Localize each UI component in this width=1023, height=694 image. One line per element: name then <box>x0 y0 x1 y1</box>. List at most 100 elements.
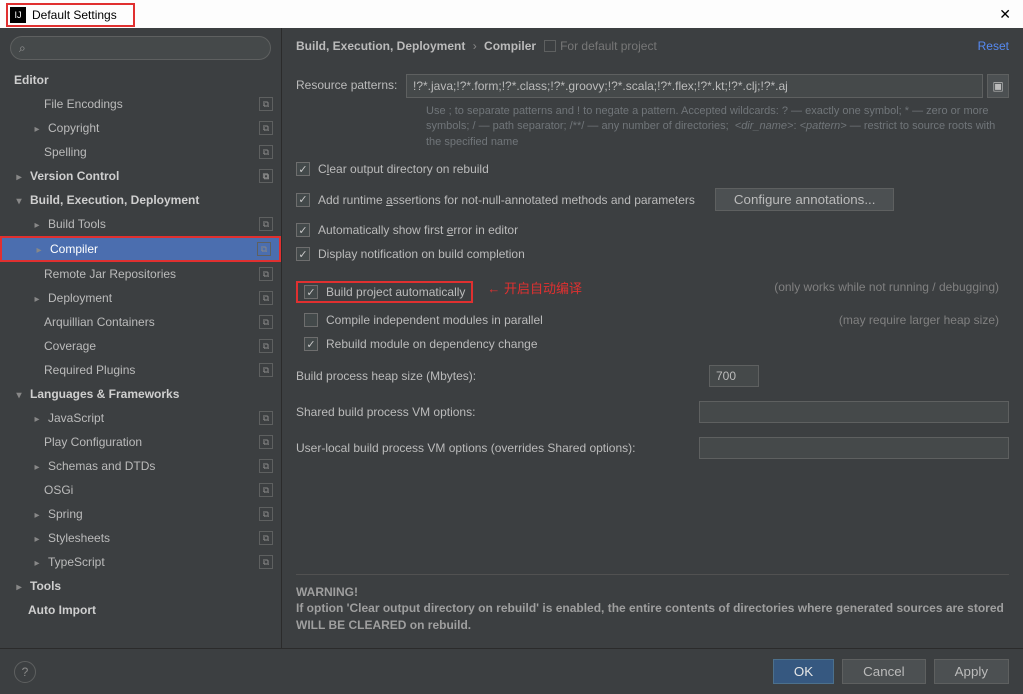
sidebar-item-coverage[interactable]: Coverage⧉ <box>0 334 281 358</box>
sidebar-item-spelling[interactable]: Spelling⧉ <box>0 140 281 164</box>
reset-link[interactable]: Reset <box>978 39 1009 53</box>
project-scope-icon: ⧉ <box>259 411 273 425</box>
sidebar-item-version-control[interactable]: Version Control⧉ <box>0 164 281 188</box>
auto-show-error-checkbox[interactable] <box>296 223 310 237</box>
project-scope-icon: ⧉ <box>259 435 273 449</box>
sidebar-item-build-tools[interactable]: Build Tools⧉ <box>0 212 281 236</box>
build-auto-checkbox[interactable] <box>304 285 318 299</box>
chevron-icon[interactable] <box>14 193 24 207</box>
chevron-icon[interactable] <box>32 291 42 305</box>
expand-patterns-button[interactable]: ▣ <box>987 74 1009 98</box>
breadcrumb-part1[interactable]: Build, Execution, Deployment <box>296 39 465 53</box>
rebuild-dep-label: Rebuild module on dependency change <box>326 337 538 351</box>
project-scope-icon: ⧉ <box>259 121 273 135</box>
sidebar-item-languages-frameworks[interactable]: Languages & Frameworks <box>0 382 281 406</box>
chevron-icon[interactable] <box>14 169 24 183</box>
sidebar-item-copyright[interactable]: Copyright ⧉ <box>0 116 281 140</box>
sidebar-item-typescript[interactable]: TypeScript⧉ <box>0 550 281 574</box>
warning-head: WARNING! <box>296 585 1009 599</box>
chevron-icon[interactable] <box>32 459 42 473</box>
sidebar-item-stylesheets[interactable]: Stylesheets⧉ <box>0 526 281 550</box>
content-panel: Build, Execution, Deployment › Compiler … <box>282 28 1023 648</box>
cancel-button[interactable]: Cancel <box>842 659 926 684</box>
sidebar-item-label: Copyright <box>48 121 99 135</box>
sidebar-item-deployment[interactable]: Deployment⧉ <box>0 286 281 310</box>
sidebar-item-label: Auto Import <box>28 603 96 617</box>
sidebar: ⌕ EditorFile Encodings⧉Copyright⧉Spellin… <box>0 28 282 648</box>
search-icon: ⌕ <box>19 41 26 56</box>
sidebar-item-javascript[interactable]: JavaScript ⧉ <box>0 406 281 430</box>
sidebar-item-schemas-and-dtds[interactable]: Schemas and DTDs ⧉ <box>0 454 281 478</box>
sidebar-item-osgi[interactable]: OSGi⧉ <box>0 478 281 502</box>
project-scope-icon: ⧉ <box>259 507 273 521</box>
sidebar-item-arquillian-containers[interactable]: Arquillian Containers ⧉ <box>0 310 281 334</box>
sidebar-item-label: JavaScript <box>48 411 104 425</box>
chevron-icon[interactable] <box>32 555 42 569</box>
sidebar-item-tools[interactable]: Tools <box>0 574 281 598</box>
user-vm-input[interactable] <box>699 437 1009 459</box>
warning-body: If option 'Clear output directory on reb… <box>296 600 1009 634</box>
project-scope-icon: ⧉ <box>259 363 273 377</box>
sidebar-item-label: Spring <box>48 507 83 521</box>
compile-parallel-hint: (may require larger heap size) <box>839 313 1009 327</box>
sidebar-item-auto-import[interactable]: Auto Import <box>0 598 281 622</box>
configure-annotations-button[interactable]: Configure annotations... <box>715 188 895 211</box>
help-button[interactable]: ? <box>14 661 36 683</box>
ok-button[interactable]: OK <box>773 659 834 684</box>
resource-patterns-help: Use ; to separate patterns and ! to nega… <box>296 104 1009 150</box>
shared-vm-label: Shared build process VM options: <box>296 405 475 419</box>
warning-block: WARNING! If option 'Clear output directo… <box>296 550 1009 648</box>
sidebar-item-play-configuration[interactable]: Play Configuration⧉ <box>0 430 281 454</box>
sidebar-item-label: Version Control <box>30 169 119 183</box>
clear-output-checkbox[interactable] <box>296 162 310 176</box>
user-vm-label: User-local build process VM options (ove… <box>296 441 636 455</box>
build-auto-label: Build project automatically <box>326 285 465 299</box>
shared-vm-input[interactable] <box>699 401 1009 423</box>
sidebar-item-required-plugins[interactable]: Required Plugins ⧉ <box>0 358 281 382</box>
sidebar-item-build-execution-deployment[interactable]: Build, Execution, Deployment <box>0 188 281 212</box>
sidebar-item-spring[interactable]: Spring ⧉ <box>0 502 281 526</box>
apply-button[interactable]: Apply <box>934 659 1009 684</box>
sidebar-item-remote-jar-repositories[interactable]: Remote Jar Repositories⧉ <box>0 262 281 286</box>
chevron-icon[interactable] <box>14 579 24 593</box>
chevron-icon[interactable] <box>32 217 42 231</box>
chevron-icon[interactable] <box>34 242 44 256</box>
chevron-icon[interactable] <box>32 411 42 425</box>
project-scope-icon: ⧉ <box>259 267 273 281</box>
heap-size-label: Build process heap size (Mbytes): <box>296 369 476 383</box>
project-scope-icon: ⧉ <box>259 291 273 305</box>
sidebar-item-label: Arquillian Containers <box>44 315 155 329</box>
chevron-icon[interactable] <box>32 121 42 135</box>
search-input[interactable]: ⌕ <box>10 36 271 60</box>
title-highlight: IJ Default Settings <box>6 3 135 27</box>
chevron-icon[interactable] <box>32 531 42 545</box>
project-scope-icon: ⧉ <box>259 459 273 473</box>
sidebar-item-label: Tools <box>30 579 61 593</box>
sidebar-item-label: Editor <box>14 73 49 87</box>
compile-parallel-checkbox[interactable] <box>304 313 318 327</box>
project-scope-icon: ⧉ <box>259 483 273 497</box>
project-scope-icon: ⧉ <box>259 315 273 329</box>
breadcrumb-part2[interactable]: Compiler <box>484 39 536 53</box>
sidebar-item-editor[interactable]: Editor <box>0 68 281 92</box>
sidebar-item-label: Compiler <box>50 242 98 256</box>
close-icon[interactable]: ✕ <box>993 6 1017 23</box>
sidebar-item-label: Schemas and DTDs <box>48 459 155 473</box>
project-scope-icon: ⧉ <box>259 145 273 159</box>
chevron-icon[interactable] <box>32 507 42 521</box>
sidebar-item-label: Stylesheets <box>48 531 110 545</box>
display-notification-checkbox[interactable] <box>296 247 310 261</box>
rebuild-dep-checkbox[interactable] <box>304 337 318 351</box>
project-tag-icon <box>544 40 556 52</box>
project-scope-icon: ⧉ <box>259 97 273 111</box>
resource-patterns-input[interactable] <box>406 74 983 98</box>
sidebar-item-label: Build, Execution, Deployment <box>30 193 199 207</box>
project-scope-icon: ⧉ <box>257 242 271 256</box>
sidebar-item-file-encodings[interactable]: File Encodings⧉ <box>0 92 281 116</box>
heap-size-input[interactable] <box>709 365 759 387</box>
chevron-icon[interactable] <box>14 387 24 401</box>
app-icon: IJ <box>10 7 26 23</box>
sidebar-item-compiler[interactable]: Compiler ⧉ <box>0 236 281 262</box>
sidebar-item-label: Required Plugins <box>44 363 135 377</box>
assertions-checkbox[interactable] <box>296 193 310 207</box>
